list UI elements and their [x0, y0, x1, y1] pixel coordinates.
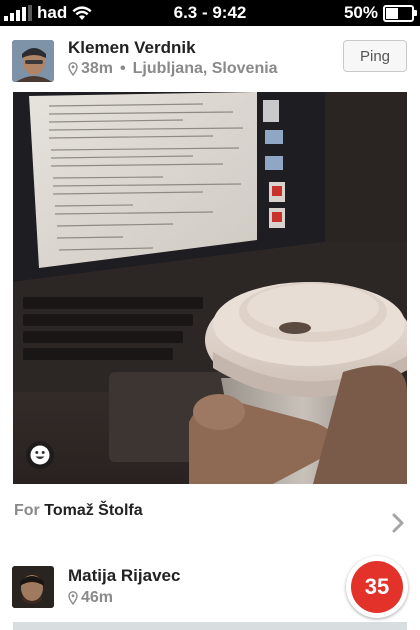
status-bar: had 6.3 - 9:42 50%	[0, 0, 420, 26]
next-user-name[interactable]: Matija Rijavec	[68, 566, 180, 586]
location-line: 38m • Ljubljana, Slovenia	[68, 60, 278, 78]
avatar-image	[12, 566, 54, 608]
battery-fill	[386, 7, 398, 19]
notification-badge[interactable]: 35	[346, 556, 408, 618]
recipient-line[interactable]: For Tomaž Štolfa	[14, 502, 143, 520]
for-label: For	[14, 502, 40, 519]
next-photo-edge	[13, 622, 407, 630]
next-distance: 46m	[81, 589, 114, 606]
avatar[interactable]	[12, 40, 54, 82]
battery-percent: 50%	[343, 3, 378, 22]
avatar-image	[12, 40, 54, 82]
coffee-laptop-photo	[13, 92, 407, 484]
recipient-name: Tomaž Štolfa	[44, 502, 143, 519]
separator-dot: •	[120, 60, 126, 77]
location-text: Ljubljana, Slovenia	[132, 60, 278, 77]
map-pin-icon	[68, 62, 78, 76]
user-name[interactable]: Klemen Verdnik	[68, 38, 196, 58]
ping-button[interactable]: Ping	[343, 40, 407, 72]
badge-count: 35	[351, 561, 403, 613]
feed-card: Klemen Verdnik 38m • Ljubljana, Slovenia…	[0, 26, 420, 630]
status-right: 50%	[343, 3, 417, 23]
distance: 38m	[81, 60, 114, 77]
post-photo[interactable]	[13, 92, 407, 484]
smiley-icon[interactable]	[25, 440, 55, 470]
next-location-line: 46m	[68, 589, 113, 607]
avatar[interactable]	[12, 566, 54, 608]
battery-icon	[383, 4, 417, 22]
chevron-right-icon[interactable]	[391, 513, 405, 533]
map-pin-icon	[68, 591, 78, 605]
